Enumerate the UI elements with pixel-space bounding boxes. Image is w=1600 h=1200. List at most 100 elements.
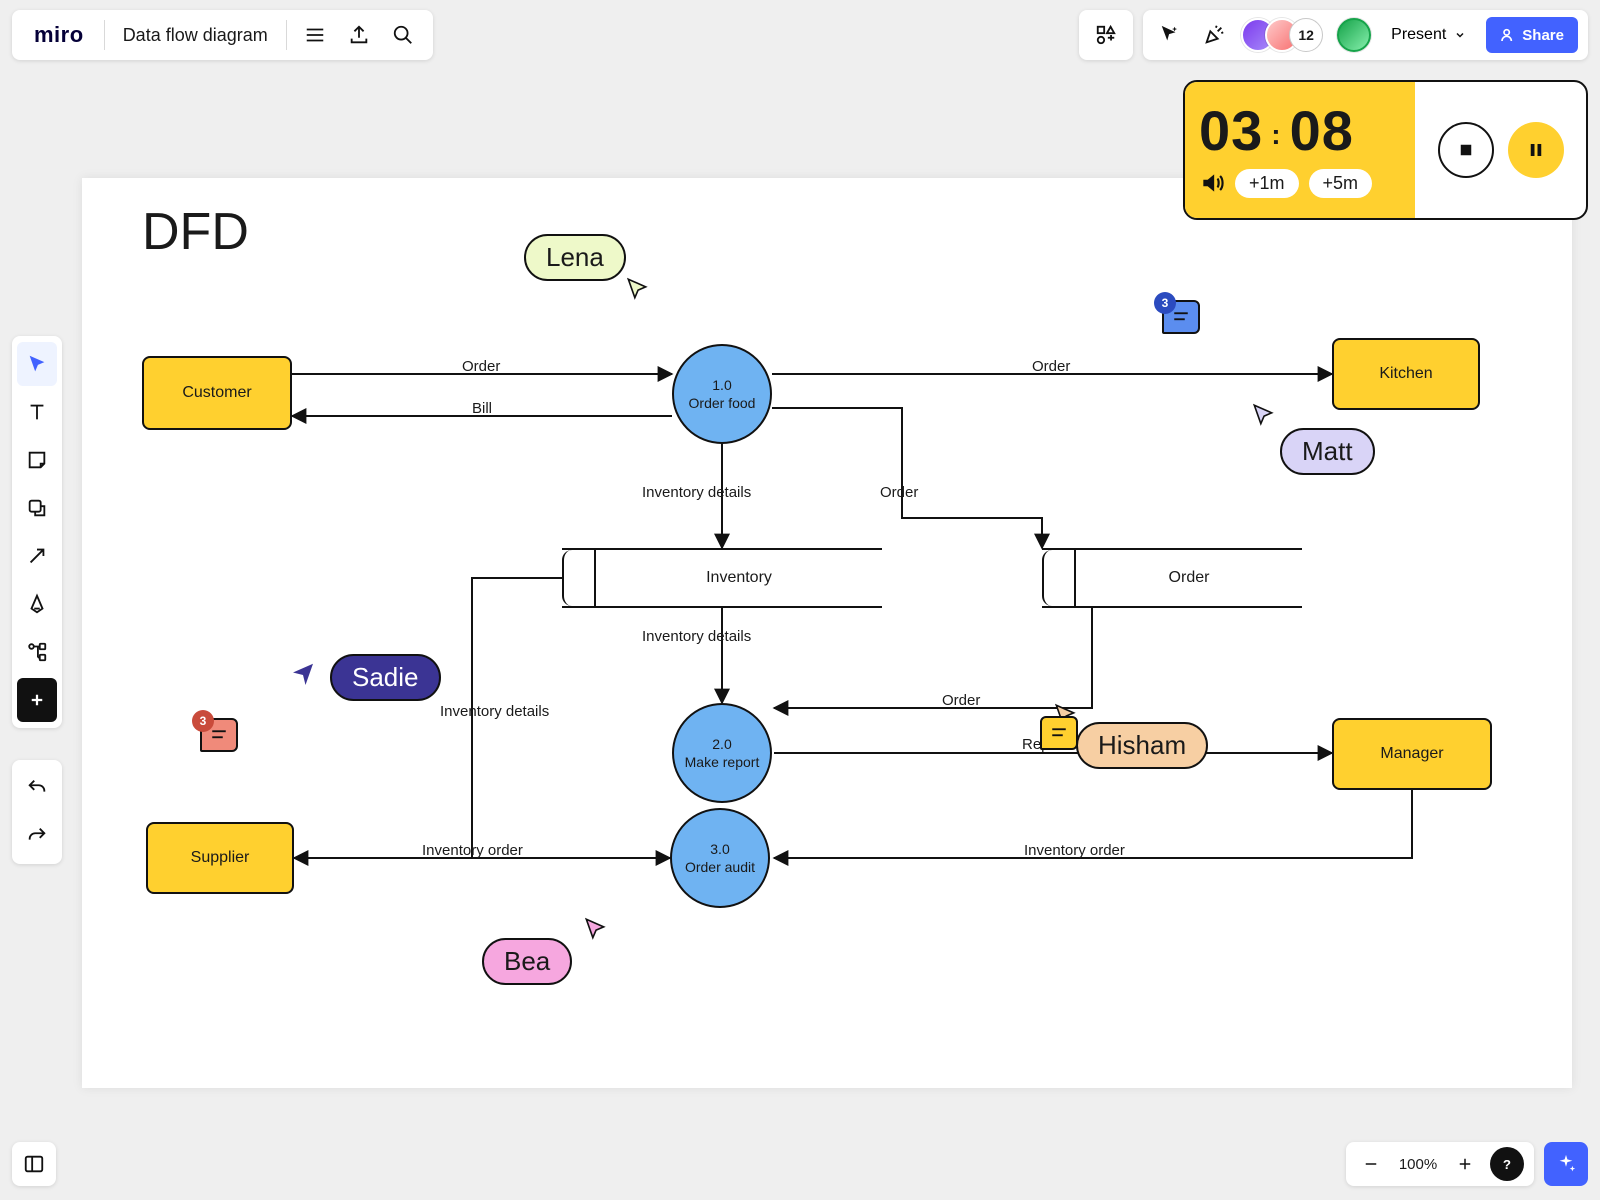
process-order-audit[interactable]: 3.0 Order audit [670,808,770,908]
entity-supplier[interactable]: Supplier [146,822,294,894]
process-name: Make report [685,753,760,771]
process-num: 3.0 [710,840,729,858]
zoom-value[interactable]: 100% [1396,1156,1440,1173]
edge-label: Order [942,692,980,709]
menu-button[interactable] [293,13,337,57]
comment-lines-icon [1172,310,1190,324]
edge-label: Bill [472,400,492,417]
tool-arrow[interactable] [17,534,57,578]
ai-button[interactable] [1544,1142,1588,1186]
pen-icon [26,593,48,615]
cursor-icon [288,660,318,690]
comment-thread[interactable]: 3 [200,718,238,752]
entity-kitchen[interactable]: Kitchen [1332,338,1480,410]
timer-stop-button[interactable] [1438,122,1494,178]
process-order-food[interactable]: 1.0 Order food [672,344,772,444]
comment-lines-icon [210,728,228,742]
share-button[interactable]: Share [1486,17,1578,53]
comment-lines-icon [1050,726,1068,740]
cursor-icon [1250,402,1276,428]
collab-pill: 12 Present Share [1143,10,1588,60]
shape-icon [26,497,48,519]
edge-label: Order [462,358,500,375]
timer-controls [1415,82,1586,218]
diagram-title[interactable]: DFD [142,202,249,262]
help-button[interactable]: ? [1490,1147,1524,1181]
process-make-report[interactable]: 2.0 Make report [672,703,772,803]
process-name: Order audit [685,858,755,876]
frames-panel-button[interactable] [12,1142,56,1186]
tool-shape[interactable] [17,486,57,530]
cursor-hisham: Hisham [1062,708,1208,769]
tool-text[interactable] [17,390,57,434]
tool-panel [12,336,62,728]
present-label: Present [1391,26,1446,44]
avatar-overflow-count[interactable]: 12 [1289,18,1323,52]
edge-label: Inventory details [642,628,751,645]
redo-icon [26,825,48,847]
cursor-lena: Lena [524,234,626,281]
edge-label: Order [880,484,918,501]
tool-pen[interactable] [17,582,57,626]
tool-sticky[interactable] [17,438,57,482]
text-icon [26,401,48,423]
cursor-mode-button[interactable] [1153,18,1187,52]
bottom-right-controls: 100% ? [1346,1142,1588,1186]
timer-colon: : [1271,121,1281,149]
process-num: 2.0 [712,735,731,753]
canvas[interactable]: DFD [82,178,1572,1088]
timer-plus-1m[interactable]: +1m [1235,169,1299,198]
zoom-out-button[interactable] [1356,1149,1386,1179]
app-logo[interactable]: miro [20,22,98,48]
avatar-self[interactable] [1337,18,1371,52]
apps-button[interactable] [1089,18,1123,52]
cursor-icon [582,916,608,942]
redo-button[interactable] [17,814,57,858]
comment-thread[interactable] [1040,716,1078,750]
cursor-icon [26,353,48,375]
edge-label: Inventory order [422,842,523,859]
board-title[interactable]: Data flow diagram [111,25,280,46]
pause-icon [1527,141,1545,159]
search-button[interactable] [381,13,425,57]
undo-button[interactable] [17,766,57,810]
datastore-inventory[interactable]: Inventory [562,548,882,608]
reactions-button[interactable] [1197,18,1231,52]
export-icon [348,24,370,46]
timer-widget[interactable]: 03 : 08 +1m +5m [1183,80,1588,220]
sound-icon[interactable] [1199,170,1225,196]
timer-plus-5m[interactable]: +5m [1309,169,1373,198]
timer-display: 03 : 08 +1m +5m [1185,82,1415,218]
datastore-label: Inventory [596,569,882,587]
minus-icon [1362,1155,1380,1173]
topbar-left: miro Data flow diagram [12,10,433,60]
divider [286,20,287,50]
present-button[interactable]: Present [1381,17,1476,53]
user-badge: Hisham [1076,722,1208,769]
tool-add[interactable] [17,678,57,722]
edge-layer [82,178,1572,1088]
comment-count-badge: 3 [1154,292,1176,314]
topbar-right: 12 Present Share [1079,10,1588,60]
datastore-order[interactable]: Order [1042,548,1302,608]
process-num: 1.0 [712,376,731,394]
avatar-stack[interactable]: 12 [1241,18,1323,52]
entity-customer[interactable]: Customer [142,356,292,430]
cursor-icon [624,276,650,302]
cursor-bea: Bea [482,938,572,985]
tool-select[interactable] [17,342,57,386]
divider [104,20,105,50]
user-badge: Bea [482,938,572,985]
tool-more[interactable] [17,630,57,674]
zoom-in-button[interactable] [1450,1149,1480,1179]
datastore-cap [562,550,596,606]
menu-icon [304,24,326,46]
edge-label: Inventory details [440,703,549,720]
export-button[interactable] [337,13,381,57]
chevron-down-icon [1454,29,1466,41]
entity-manager[interactable]: Manager [1332,718,1492,790]
comment-count-badge: 3 [192,710,214,732]
timer-pause-button[interactable] [1508,122,1564,178]
comment-thread[interactable]: 3 [1162,300,1200,334]
datastore-label: Order [1076,569,1302,587]
